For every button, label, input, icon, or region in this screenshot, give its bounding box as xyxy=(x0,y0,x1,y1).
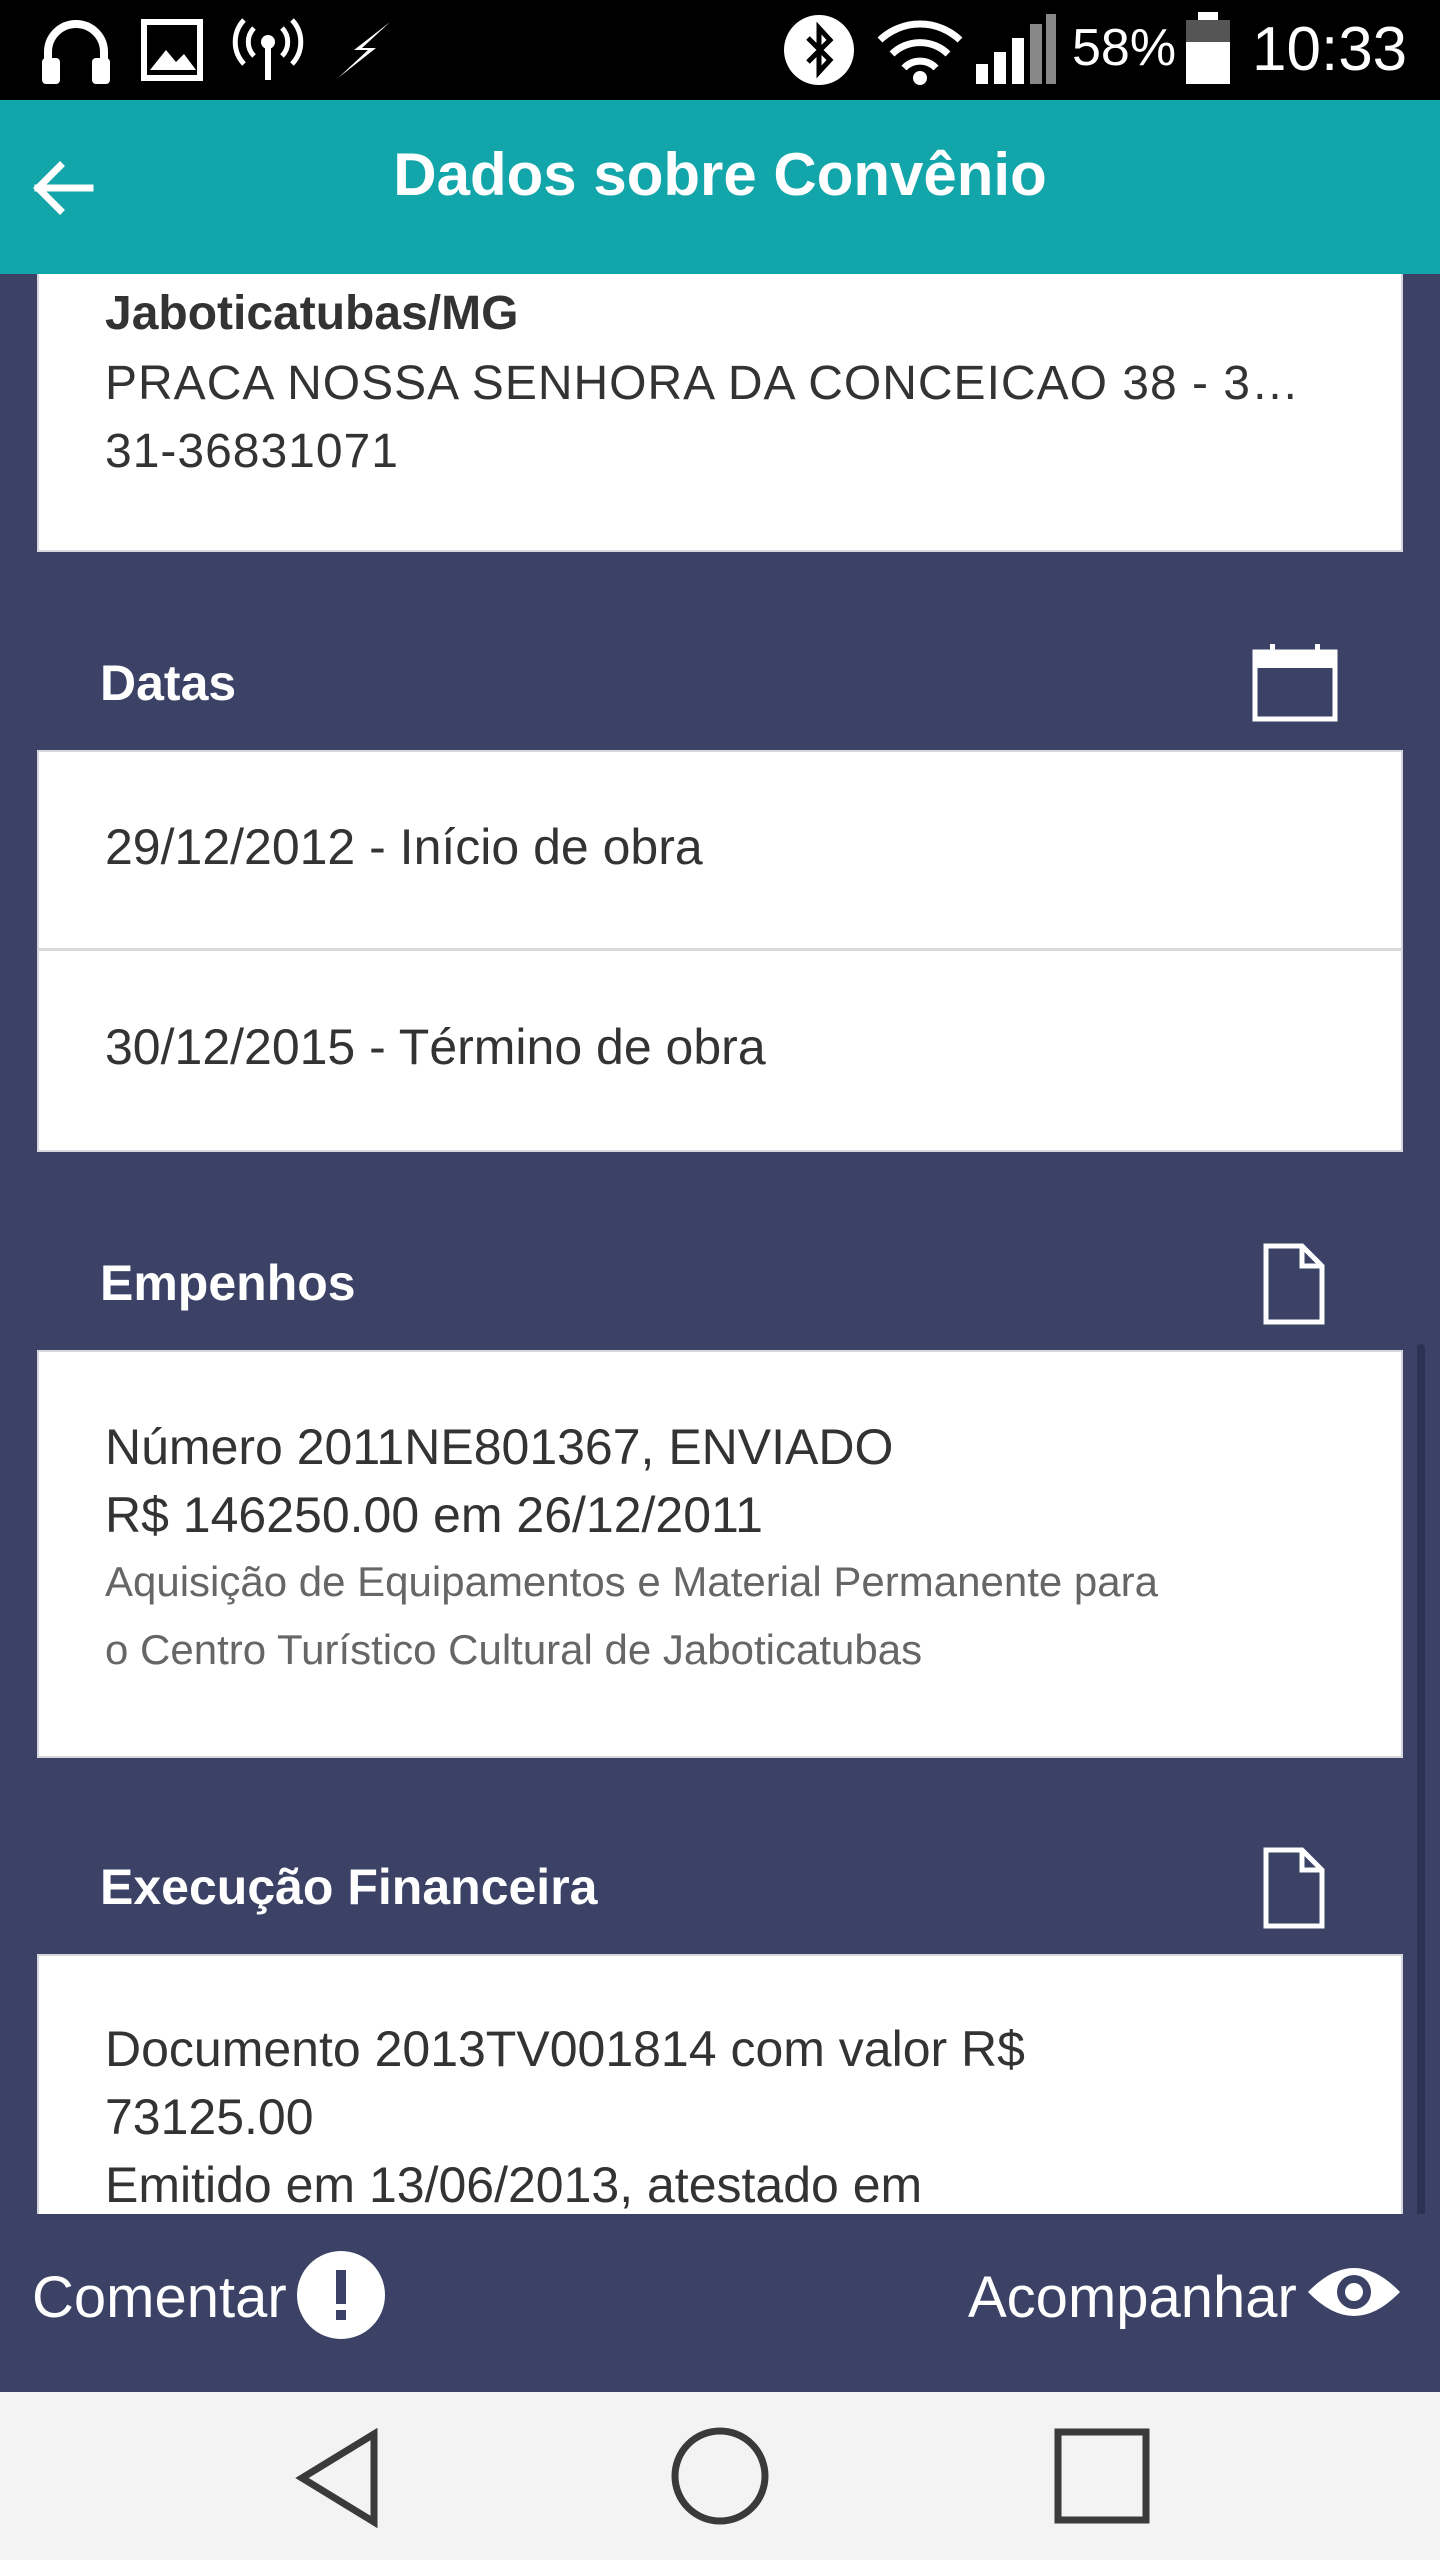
empenho-description-line1: Aquisição de Equipamentos e Material Per… xyxy=(105,1558,1158,1605)
execucao-issued-line: Emitido em 13/06/2013, atestado em xyxy=(105,2157,923,2213)
section-title-empenhos: Empenhos xyxy=(100,1255,356,1311)
contact-card: Jaboticatubas/MG PRACA NOSSA SENHORA DA … xyxy=(37,274,1403,552)
system-nav-bar xyxy=(0,2392,1440,2560)
address-text: PRACA NOSSA SENHORA DA CONCEICAO 38 - 3… xyxy=(105,357,1300,410)
empenho-amount: R$ 146250.00 em 26/12/2011 xyxy=(105,1487,763,1543)
divider xyxy=(39,948,1401,951)
cell-signal-icon xyxy=(976,14,1056,84)
app-bar: Dados sobre Convênio xyxy=(0,100,1440,274)
empenho-card[interactable]: Número 2011NE801367, ENVIADO R$ 146250.0… xyxy=(37,1350,1403,1758)
phone-text: 31-36831071 xyxy=(105,425,399,478)
document-icon xyxy=(1263,1243,1325,1325)
clock: 10:33 xyxy=(1252,15,1408,84)
exclamation-circle-icon xyxy=(297,2251,385,2339)
battery-percentage: 58% xyxy=(1072,19,1177,77)
follow-label: Acompanhar xyxy=(968,2265,1297,2330)
image-icon xyxy=(141,19,203,81)
back-triangle-icon[interactable] xyxy=(290,2428,386,2528)
list-item-date-start: 29/12/2012 - Início de obra xyxy=(105,819,703,875)
document-icon xyxy=(1263,1847,1325,1929)
charging-bolt-icon xyxy=(338,22,390,78)
section-title-execucao-financeira: Execução Financeira xyxy=(100,1859,598,1915)
content-scroll-area[interactable]: Jaboticatubas/MG PRACA NOSSA SENHORA DA … xyxy=(0,274,1440,2214)
list-item-date-end: 30/12/2015 - Término de obra xyxy=(105,1019,766,1075)
home-circle-icon[interactable] xyxy=(670,2426,770,2526)
bluetooth-icon xyxy=(784,15,854,85)
execucao-card[interactable]: Documento 2013TV001814 com valor R$ 7312… xyxy=(37,1954,1403,2214)
headphones-icon xyxy=(42,20,110,84)
comment-label: Comentar xyxy=(32,2265,287,2330)
bottom-action-bar: Comentar Acompanhar xyxy=(0,2214,1440,2392)
battery-icon xyxy=(1186,12,1230,84)
scrollbar-thumb[interactable] xyxy=(1417,1344,1425,2214)
section-title-datas: Datas xyxy=(100,655,237,711)
wifi-icon xyxy=(877,20,963,85)
city-label: Jaboticatubas/MG xyxy=(105,287,519,340)
calendar-icon xyxy=(1252,644,1338,722)
hotspot-icon xyxy=(232,18,304,80)
dates-card: 29/12/2012 - Início de obra 30/12/2015 -… xyxy=(37,750,1403,1152)
page-title: Dados sobre Convênio xyxy=(393,141,1047,208)
status-bar: 58% 10:33 xyxy=(0,0,1440,100)
recents-square-icon[interactable] xyxy=(1054,2428,1150,2524)
empenho-number: Número 2011NE801367, ENVIADO xyxy=(105,1419,894,1475)
eye-icon xyxy=(1308,2268,1400,2316)
execucao-value-line: 73125.00 xyxy=(105,2089,314,2145)
execucao-document-line: Documento 2013TV001814 com valor R$ xyxy=(105,2021,1025,2077)
empenho-description-line2: o Centro Turístico Cultural de Jaboticat… xyxy=(105,1626,923,1673)
